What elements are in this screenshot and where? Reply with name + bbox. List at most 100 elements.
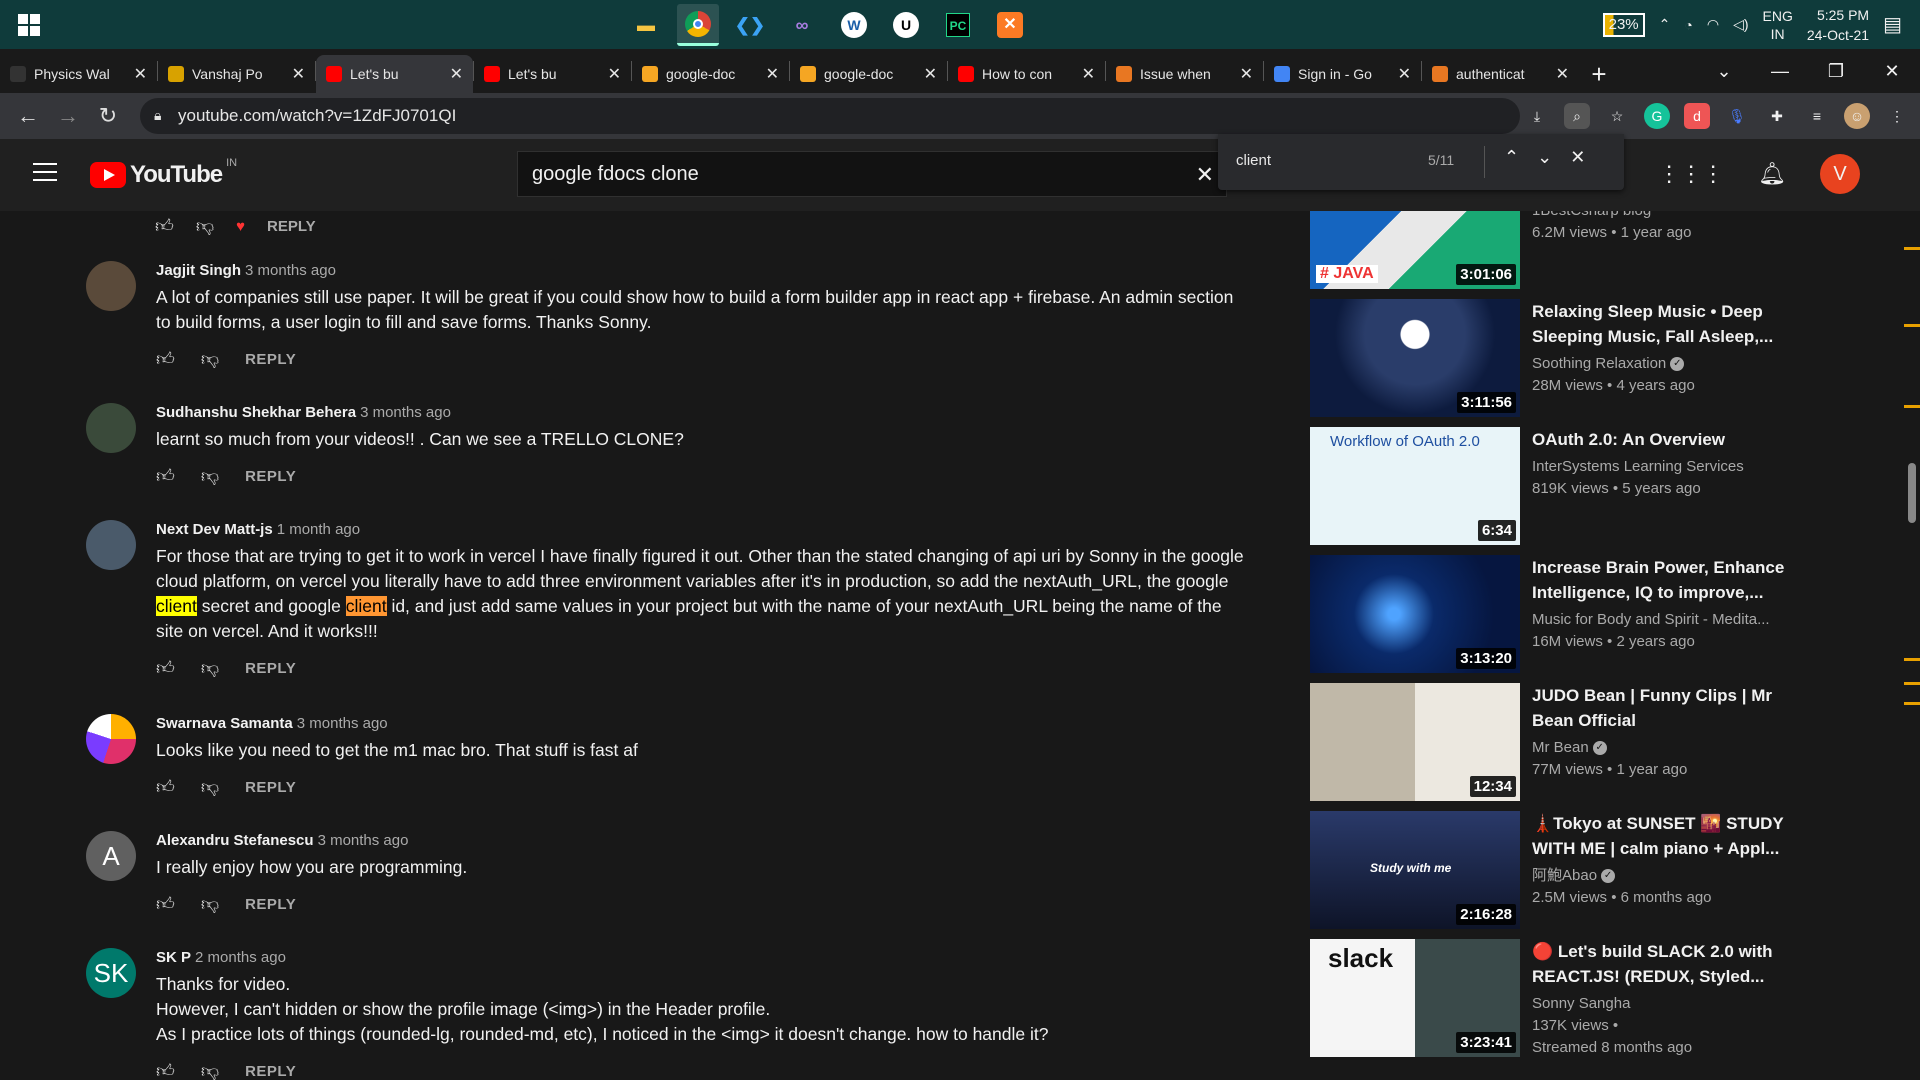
lock-icon[interactable]: 🔒︎ [154,107,161,124]
video-thumbnail[interactable]: # JAVA 3:01:06 [1310,211,1520,289]
wifi-icon[interactable]: ◠ [1707,16,1719,33]
browser-tab[interactable]: Let's bu ✕ [474,55,631,93]
channel-name[interactable]: Soothing Relaxation [1532,355,1666,372]
find-previous-icon[interactable]: ⌃ [1504,147,1519,168]
vscode-icon[interactable]: ❮❯ [729,4,771,46]
tab-close-icon[interactable]: ✕ [924,64,937,84]
browser-tab[interactable]: google-doc ✕ [790,55,947,93]
avatar[interactable] [86,261,136,311]
like-icon[interactable]: 👍︎ [156,465,175,487]
channel-name[interactable]: Music for Body and Spirit - Medita... [1532,611,1770,628]
find-close-icon[interactable]: ✕ [1570,147,1585,168]
apps-grid-icon[interactable]: ⋮⋮⋮ [1658,161,1724,187]
restore-icon[interactable]: ❐ [1808,61,1864,82]
avatar[interactable] [86,403,136,453]
like-icon[interactable]: 👍︎ [156,348,175,370]
channel-name[interactable]: Sonny Sangha [1532,995,1630,1012]
notification-center-icon[interactable]: ▤ [1883,12,1902,37]
like-icon[interactable]: 👍︎ [155,215,174,237]
video-title[interactable]: 🔴 Let's build SLACK 2.0 with REACT.JS! (… [1532,939,1792,989]
extensions-puzzle-icon[interactable]: ✚ [1764,103,1790,129]
browser-tab[interactable]: Vanshaj Po ✕ [158,55,315,93]
comment-time[interactable]: 3 months ago [360,404,451,421]
like-icon[interactable]: 👍︎ [156,776,175,798]
recommended-video[interactable]: 3:11:56 Relaxing Sleep Music • Deep Sleep… [1310,299,1900,417]
reply-button[interactable]: REPLY [245,896,296,913]
comment-time[interactable]: 3 months ago [318,832,409,849]
dislike-icon[interactable]: 👎︎ [201,348,219,370]
forward-icon[interactable]: → [48,103,88,129]
video-thumbnail[interactable]: Study with me 2:16:28 [1310,811,1520,929]
recommended-video[interactable]: Workflow of OAuth 2.0 6:34 OAuth 2.0: An O… [1310,427,1900,545]
tab-close-icon[interactable]: ✕ [766,64,779,84]
comment-time[interactable]: 1 month ago [277,521,360,538]
extension-red-icon[interactable]: d [1684,103,1710,129]
browser-tab[interactable]: Issue when ✕ [1106,55,1263,93]
recommended-video[interactable]: 3:13:20 Increase Brain Power, Enhance Int… [1310,555,1900,673]
avatar[interactable] [86,520,136,570]
tab-close-icon[interactable]: ✕ [134,64,147,84]
video-title[interactable]: Increase Brain Power, Enhance Intelligen… [1532,555,1792,605]
volume-icon[interactable]: ◁) [1733,16,1748,33]
profile-avatar-icon[interactable]: ☺ [1844,103,1870,129]
channel-name[interactable]: 1BestCsharp blog [1532,211,1651,219]
video-thumbnail[interactable]: Workflow of OAuth 2.0 6:34 [1310,427,1520,545]
browser-tab[interactable]: google-doc ✕ [632,55,789,93]
browser-tab[interactable]: Physics Wal ✕ [0,55,157,93]
find-next-icon[interactable]: ⌄ [1537,147,1552,168]
chrome-icon[interactable] [677,4,719,46]
close-window-icon[interactable]: ✕ [1864,61,1920,82]
dislike-icon[interactable]: 👎︎ [201,465,219,487]
comment-author[interactable]: Next Dev Matt-js [156,521,273,538]
tab-close-icon[interactable]: ✕ [1398,64,1411,84]
chevron-up-icon[interactable]: ⌃ [1659,16,1671,33]
dislike-icon[interactable]: 👎︎ [201,1060,219,1080]
like-icon[interactable]: 👍︎ [156,657,175,679]
tab-close-icon[interactable]: ✕ [292,64,305,84]
bookmark-star-icon[interactable]: ☆ [1604,103,1630,129]
video-thumbnail[interactable]: 3:11:56 [1310,299,1520,417]
video-thumbnail[interactable]: slack 3:23:41 [1310,939,1520,1057]
recommended-video[interactable]: Study with me 2:16:28 🗼Tokyo at SUNSET 🌇 S… [1310,811,1900,929]
tab-close-icon[interactable]: ✕ [1556,64,1569,84]
avatar[interactable]: A [86,831,136,881]
windows-start-icon[interactable] [18,14,40,36]
minimize-icon[interactable]: — [1752,61,1808,82]
recommended-video[interactable]: 12:34 JUDO Bean | Funny Clips | Mr Bean O… [1310,683,1900,801]
comment-time[interactable]: 3 months ago [245,262,336,279]
back-icon[interactable]: ← [8,103,48,129]
wamp-icon[interactable]: W [833,4,875,46]
dislike-icon[interactable]: 👎︎ [196,215,214,237]
browser-tab[interactable]: How to con ✕ [948,55,1105,93]
like-icon[interactable]: 👍︎ [156,1060,175,1080]
clear-search-icon[interactable]: ✕ [1196,162,1214,188]
tab-close-icon[interactable]: ✕ [450,64,463,84]
browser-tab[interactable]: authenticat ✕ [1422,55,1579,93]
account-avatar[interactable]: V [1820,154,1860,194]
reply-button[interactable]: REPLY [245,468,296,485]
comment-time[interactable]: 2 months ago [195,949,286,966]
comment-author[interactable]: Sudhanshu Shekhar Behera [156,404,356,421]
comment-author[interactable]: Jagjit Singh [156,262,241,279]
comment-author[interactable]: Swarnava Samanta [156,715,293,732]
dislike-icon[interactable]: 👎︎ [201,776,219,798]
scrollbar-thumb[interactable] [1908,463,1916,523]
youtube-logo[interactable]: YouTube IN [90,157,237,189]
find-input[interactable]: client [1236,152,1271,169]
reply-button[interactable]: REPLY [245,779,296,796]
recommended-video[interactable]: slack 3:23:41 🔴 Let's build SLACK 2.0 with… [1310,939,1900,1057]
network-icon[interactable]: ◔ [1684,17,1692,33]
find-in-page-icon[interactable]: ⌕ [1564,103,1590,129]
unreal-icon[interactable]: U [885,4,927,46]
video-title[interactable]: Relaxing Sleep Music • Deep Sleeping Mus… [1532,299,1792,349]
browser-tab[interactable]: Let's bu ✕ [316,55,473,93]
like-icon[interactable]: 👍︎ [156,893,175,915]
reply-button[interactable]: REPLY [245,1063,296,1080]
video-title[interactable]: JUDO Bean | Funny Clips | Mr Bean Offici… [1532,683,1792,733]
reply-button[interactable]: REPLY [267,218,316,235]
tab-search-icon[interactable]: ⌄ [1696,61,1752,82]
notifications-bell-icon[interactable]: 🔔︎ [1758,161,1786,187]
visual-studio-icon[interactable]: ∞ [781,4,823,46]
page-scrollbar[interactable] [1904,211,1920,1080]
reload-icon[interactable]: ↻ [88,103,128,129]
